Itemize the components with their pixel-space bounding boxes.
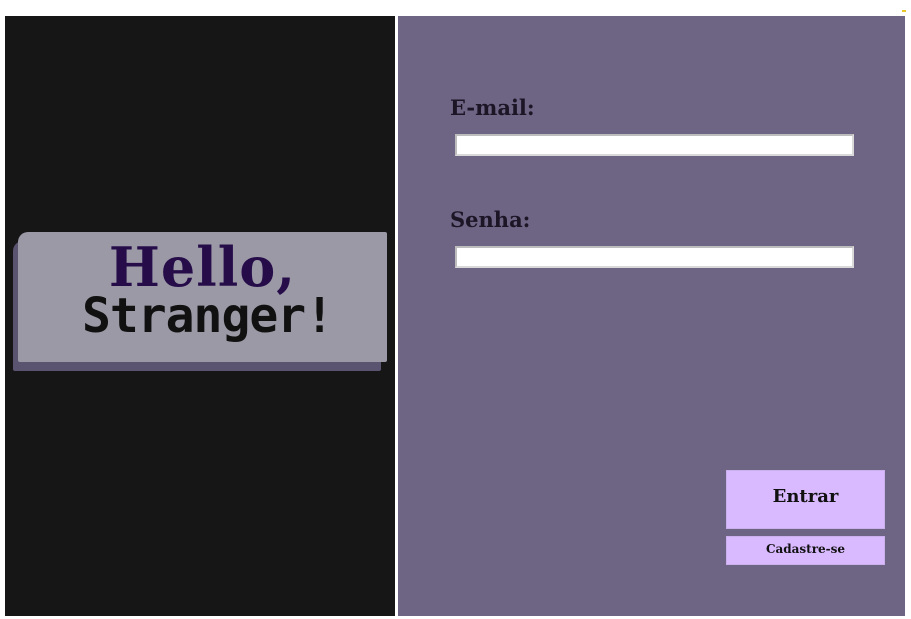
branding-panel: Hello, Stranger! (5, 16, 395, 616)
logo-stranger-text: Stranger! (81, 288, 334, 344)
email-label: E-mail: (450, 95, 535, 120)
login-window: Hello, Stranger! E-mail: Senha: Entrar C… (5, 16, 905, 616)
login-form-panel: E-mail: Senha: Entrar Cadastre-se (398, 16, 905, 616)
logo-hello-text: Hello, (108, 235, 297, 299)
email-input[interactable] (455, 134, 854, 156)
password-input[interactable] (455, 246, 854, 268)
password-label: Senha: (450, 207, 531, 232)
window-corner-marker (902, 10, 906, 12)
hello-stranger-logo: Hello, Stranger! (18, 232, 387, 362)
login-button[interactable]: Entrar (726, 470, 885, 529)
register-button[interactable]: Cadastre-se (726, 536, 885, 565)
